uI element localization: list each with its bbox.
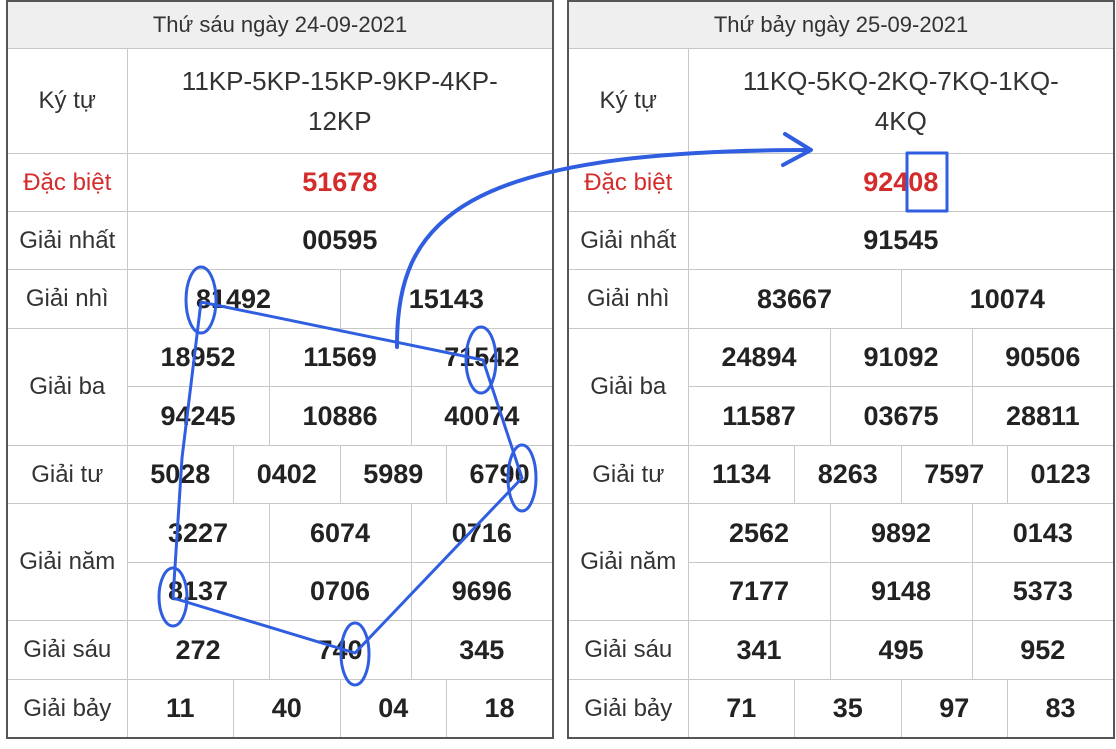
label-giai-bay: Giải bảy xyxy=(567,679,689,739)
ky-tu-line-2: 4KQ xyxy=(874,106,927,136)
giai-sau-value: 495 xyxy=(829,620,973,680)
giai-tu-value: 5028 xyxy=(126,445,234,504)
giai-nhi-value: 15143 xyxy=(339,269,554,329)
label-giai-tu: Giải tư xyxy=(567,445,689,504)
label-giai-nhat: Giải nhất xyxy=(567,211,689,270)
giai-nam-value: 0706 xyxy=(268,562,412,621)
label-giai-ba: Giải ba xyxy=(567,328,689,446)
giai-sau-value: 740 xyxy=(268,620,412,680)
giai-ba-value: 24894 xyxy=(687,328,831,387)
ky-tu-line-2: 12KP xyxy=(308,106,372,136)
giai-tu-value: 0123 xyxy=(1007,445,1115,504)
giai-ba-value: 11587 xyxy=(687,386,831,446)
giai-ba-value: 40074 xyxy=(410,386,554,446)
giai-nam-value: 2562 xyxy=(687,503,831,563)
giai-ba-value: 18952 xyxy=(126,328,270,387)
giai-tu-value: 1134 xyxy=(687,445,795,504)
giai-sau-value: 341 xyxy=(687,620,831,680)
label-giai-bay: Giải bảy xyxy=(6,679,128,739)
label-dac-biet: Đặc biệt xyxy=(567,153,689,212)
label-dac-biet: Đặc biệt xyxy=(6,153,128,212)
giai-nam-value: 0143 xyxy=(971,503,1115,563)
dac-biet-value: 92408 xyxy=(687,153,1115,212)
label-giai-sau: Giải sáu xyxy=(567,620,689,680)
ky-tu-value: 11KP-5KP-15KP-9KP-4KP- 12KP xyxy=(126,48,554,154)
ky-tu-line-1: 11KQ-5KQ-2KQ-7KQ-1KQ- xyxy=(742,66,1059,96)
ky-tu-line-1: 11KP-5KP-15KP-9KP-4KP- xyxy=(181,66,498,96)
giai-nam-value: 8137 xyxy=(126,562,270,621)
giai-ba-value: 11569 xyxy=(268,328,412,387)
label-giai-nhi: Giải nhì xyxy=(567,269,689,329)
giai-ba-value: 94245 xyxy=(126,386,270,446)
giai-bay-value: 71 xyxy=(687,679,795,739)
giai-nhi-value: 10074 xyxy=(900,269,1115,329)
giai-ba-value: 03675 xyxy=(829,386,973,446)
dac-biet-value: 51678 xyxy=(126,153,554,212)
label-giai-nam: Giải năm xyxy=(567,503,689,621)
giai-ba-value: 91092 xyxy=(829,328,973,387)
giai-bay-value: 35 xyxy=(794,679,902,739)
giai-tu-value: 8263 xyxy=(794,445,902,504)
label-giai-nhi: Giải nhì xyxy=(6,269,128,329)
giai-sau-value: 952 xyxy=(971,620,1115,680)
giai-nhat-value: 00595 xyxy=(126,211,554,270)
giai-tu-value: 0402 xyxy=(233,445,341,504)
giai-nam-value: 9148 xyxy=(829,562,973,621)
ky-tu-value: 11KQ-5KQ-2KQ-7KQ-1KQ- 4KQ xyxy=(687,48,1115,154)
giai-bay-value: 04 xyxy=(339,679,447,739)
giai-ba-value: 71542 xyxy=(410,328,554,387)
giai-sau-value: 345 xyxy=(410,620,554,680)
giai-nam-value: 9696 xyxy=(410,562,554,621)
right-results-table: Thứ bảy ngày 25-09-2021 Ký tự 11KQ-5KQ-2… xyxy=(567,0,1116,739)
giai-tu-value: 5989 xyxy=(339,445,447,504)
giai-ba-value: 10886 xyxy=(268,386,412,446)
label-giai-ba: Giải ba xyxy=(6,328,128,446)
giai-nam-value: 0716 xyxy=(410,503,554,563)
giai-sau-value: 272 xyxy=(126,620,270,680)
date-header: Thứ bảy ngày 25-09-2021 xyxy=(567,0,1115,49)
giai-bay-value: 18 xyxy=(446,679,554,739)
giai-bay-value: 83 xyxy=(1007,679,1115,739)
left-results-table: Thứ sáu ngày 24-09-2021 Ký tự 11KP-5KP-1… xyxy=(6,0,555,739)
giai-nam-value: 9892 xyxy=(829,503,973,563)
label-giai-tu: Giải tư xyxy=(6,445,128,504)
giai-nhat-value: 91545 xyxy=(687,211,1115,270)
label-giai-nhat: Giải nhất xyxy=(6,211,128,270)
giai-ba-value: 28811 xyxy=(971,386,1115,446)
label-ky-tu: Ký tự xyxy=(6,48,128,154)
giai-nhi-value: 81492 xyxy=(126,269,341,329)
date-header: Thứ sáu ngày 24-09-2021 xyxy=(6,0,554,49)
giai-ba-value: 90506 xyxy=(971,328,1115,387)
giai-nam-value: 5373 xyxy=(971,562,1115,621)
giai-bay-value: 11 xyxy=(126,679,234,739)
giai-bay-value: 97 xyxy=(900,679,1008,739)
giai-nam-value: 7177 xyxy=(687,562,831,621)
label-ky-tu: Ký tự xyxy=(567,48,689,154)
giai-nam-value: 6074 xyxy=(268,503,412,563)
giai-nam-value: 3227 xyxy=(126,503,270,563)
giai-tu-value: 6790 xyxy=(446,445,554,504)
label-giai-sau: Giải sáu xyxy=(6,620,128,680)
giai-nhi-value: 83667 xyxy=(687,269,902,329)
giai-tu-value: 7597 xyxy=(900,445,1008,504)
giai-bay-value: 40 xyxy=(233,679,341,739)
label-giai-nam: Giải năm xyxy=(6,503,128,621)
